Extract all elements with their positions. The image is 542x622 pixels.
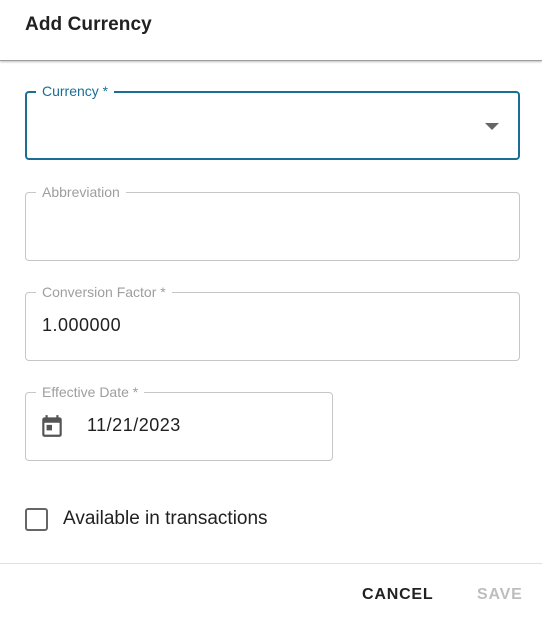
effective-date-value: 11/21/2023 — [87, 415, 181, 435]
available-in-transactions-checkbox[interactable] — [25, 507, 48, 531]
effective-date-field[interactable]: Effective Date * 11/21/2023 — [25, 384, 333, 461]
conversion-factor-label: Conversion Factor * — [36, 284, 172, 300]
dialog-title: Add Currency — [25, 14, 152, 35]
arrow-drop-down-icon[interactable] — [485, 123, 499, 130]
abbreviation-field[interactable]: Abbreviation — [25, 184, 520, 261]
dialog-actions: CANCEL SAVE — [0, 563, 542, 622]
effective-date-label: Effective Date * — [36, 384, 145, 400]
calendar-icon[interactable] — [39, 413, 65, 439]
available-in-transactions-row[interactable]: Available in transactions — [25, 505, 268, 533]
conversion-factor-field[interactable]: Conversion Factor * 1.000000 — [25, 284, 520, 361]
currency-label: Currency * — [36, 83, 115, 99]
abbreviation-label: Abbreviation — [36, 184, 126, 200]
currency-select[interactable]: Currency * — [25, 83, 520, 160]
conversion-factor-value: 1.000000 — [42, 315, 122, 335]
available-in-transactions-label: Available in transactions — [63, 508, 268, 529]
cancel-button[interactable]: CANCEL — [362, 586, 433, 604]
dialog-header: Add Currency — [0, 0, 542, 61]
save-button[interactable]: SAVE — [477, 586, 523, 604]
